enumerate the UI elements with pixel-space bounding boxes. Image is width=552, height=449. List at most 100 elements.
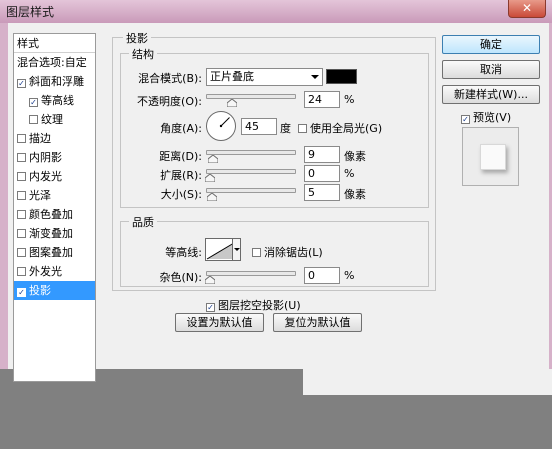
distance-input[interactable]: 9 bbox=[304, 146, 340, 163]
close-button[interactable]: ✕ bbox=[508, 0, 546, 18]
angle-dial[interactable] bbox=[206, 111, 236, 141]
styles-list-item[interactable]: 纹理 bbox=[14, 110, 95, 129]
styles-list-item[interactable]: 斜面和浮雕 bbox=[14, 72, 95, 91]
chevron-down-icon bbox=[234, 248, 240, 251]
styles-list-item-label: 渐变叠加 bbox=[29, 227, 73, 240]
spread-input[interactable]: 0 bbox=[304, 165, 340, 182]
styles-list-item[interactable]: 等高线 bbox=[14, 91, 95, 110]
noise-slider-thumb[interactable] bbox=[205, 276, 215, 284]
opacity-slider-thumb[interactable] bbox=[226, 99, 237, 107]
reset-default-button[interactable]: 复位为默认值 bbox=[273, 313, 362, 332]
style-preview bbox=[462, 127, 519, 186]
angle-input[interactable]: 45 bbox=[241, 118, 277, 135]
noise-input[interactable]: 0 bbox=[304, 267, 340, 284]
background-light-area bbox=[303, 369, 552, 395]
noise-unit: % bbox=[344, 269, 355, 282]
preview-thumbnail bbox=[480, 144, 506, 170]
styles-list-item[interactable]: 内发光 bbox=[14, 167, 95, 186]
styles-list-item-label: 光泽 bbox=[29, 189, 51, 202]
anti-alias-checkbox[interactable]: 消除锯齿(L) bbox=[252, 244, 323, 260]
styles-list-item-label: 内阴影 bbox=[29, 151, 62, 164]
shadow-color-swatch[interactable] bbox=[326, 69, 357, 84]
opacity-label: 不透明度(O): bbox=[137, 95, 202, 108]
styles-list-item-label: 混合选项:自定 bbox=[17, 56, 87, 69]
new-style-button[interactable]: 新建样式(W)... bbox=[442, 85, 540, 104]
styles-list-item[interactable]: 图案叠加 bbox=[14, 243, 95, 262]
make-default-button[interactable]: 设置为默认值 bbox=[175, 313, 264, 332]
style-checkbox[interactable] bbox=[17, 210, 26, 219]
styles-list-item[interactable]: 渐变叠加 bbox=[14, 224, 95, 243]
styles-list-item-label: 外发光 bbox=[29, 265, 62, 278]
close-icon: ✕ bbox=[521, 1, 533, 15]
style-checkbox[interactable] bbox=[17, 172, 26, 181]
blend-mode-value: 正片叠底 bbox=[210, 70, 254, 83]
preview-checkbox-box[interactable] bbox=[461, 115, 470, 124]
style-checkbox[interactable] bbox=[17, 267, 26, 276]
style-checkbox[interactable] bbox=[29, 98, 38, 107]
angle-unit: 度 bbox=[280, 122, 291, 135]
noise-slider-track[interactable] bbox=[206, 271, 296, 276]
spread-label: 扩展(R): bbox=[160, 169, 202, 182]
noise-label: 杂色(N): bbox=[159, 271, 202, 284]
angle-needle-icon bbox=[219, 117, 230, 128]
style-checkbox[interactable] bbox=[17, 79, 26, 88]
style-checkbox[interactable] bbox=[17, 229, 26, 238]
styles-list-item-label: 纹理 bbox=[41, 113, 63, 126]
size-slider-thumb[interactable] bbox=[206, 193, 217, 201]
preview-checkbox[interactable]: 预览(V) bbox=[461, 109, 511, 125]
styles-list-item-label: 颜色叠加 bbox=[29, 208, 73, 221]
styles-list-item[interactable]: 投影 bbox=[14, 281, 95, 300]
opacity-input[interactable]: 24 bbox=[304, 91, 340, 108]
chevron-down-icon bbox=[311, 75, 319, 79]
size-label: 大小(S): bbox=[160, 188, 202, 201]
style-checkbox[interactable] bbox=[17, 248, 26, 257]
styles-list-item[interactable]: 颜色叠加 bbox=[14, 205, 95, 224]
knockout-checkbox-box[interactable] bbox=[206, 303, 215, 312]
styles-list-item[interactable]: 光泽 bbox=[14, 186, 95, 205]
styles-list-item-label: 投影 bbox=[29, 284, 51, 297]
angle-label: 角度(A): bbox=[160, 122, 202, 135]
knockout-checkbox[interactable]: 图层挖空投影(U) bbox=[206, 297, 301, 313]
styles-list: 样式 混合选项:自定斜面和浮雕等高线纹理描边内阴影内发光光泽颜色叠加渐变叠加图案… bbox=[13, 33, 96, 382]
style-checkbox[interactable] bbox=[17, 153, 26, 162]
drop-shadow-title: 投影 bbox=[123, 30, 151, 46]
global-light-checkbox-box[interactable] bbox=[298, 124, 307, 133]
title-bar[interactable]: 图层样式 ✕ bbox=[0, 0, 552, 23]
distance-unit: 像素 bbox=[344, 150, 366, 163]
size-slider-track[interactable] bbox=[206, 188, 296, 193]
opacity-slider-track[interactable] bbox=[206, 94, 296, 99]
styles-list-item-label: 描边 bbox=[29, 132, 51, 145]
spread-slider-thumb[interactable] bbox=[205, 174, 215, 182]
distance-label: 距离(D): bbox=[159, 150, 202, 163]
styles-list-item-label: 等高线 bbox=[41, 94, 74, 107]
styles-list-item-label: 图案叠加 bbox=[29, 246, 73, 259]
styles-list-item[interactable]: 描边 bbox=[14, 129, 95, 148]
styles-list-item-label: 斜面和浮雕 bbox=[29, 75, 84, 88]
size-input[interactable]: 5 bbox=[304, 184, 340, 201]
styles-list-item-label: 内发光 bbox=[29, 170, 62, 183]
structure-title: 结构 bbox=[129, 46, 157, 62]
cancel-button[interactable]: 取消 bbox=[442, 60, 540, 79]
style-checkbox[interactable] bbox=[17, 134, 26, 143]
styles-list-item[interactable]: 混合选项:自定 bbox=[14, 53, 95, 72]
spread-slider-track[interactable] bbox=[206, 169, 296, 174]
style-checkbox[interactable] bbox=[17, 191, 26, 200]
blend-mode-select[interactable]: 正片叠底 bbox=[206, 68, 323, 86]
contour-dropdown-button[interactable] bbox=[232, 238, 241, 261]
size-unit: 像素 bbox=[344, 188, 366, 201]
distance-slider-thumb[interactable] bbox=[207, 155, 218, 163]
window-frame-left bbox=[0, 23, 8, 369]
styles-list-item[interactable]: 内阴影 bbox=[14, 148, 95, 167]
blend-mode-label: 混合模式(B): bbox=[138, 72, 202, 85]
ok-button[interactable]: 确定 bbox=[442, 35, 540, 54]
style-checkbox[interactable] bbox=[29, 115, 38, 124]
distance-slider-track[interactable] bbox=[206, 150, 296, 155]
window-title: 图层样式 bbox=[6, 5, 55, 19]
quality-title: 品质 bbox=[129, 214, 157, 230]
styles-list-header: 样式 bbox=[14, 34, 95, 53]
opacity-unit: % bbox=[344, 93, 355, 106]
style-checkbox[interactable] bbox=[17, 288, 26, 297]
anti-alias-checkbox-box[interactable] bbox=[252, 248, 261, 257]
global-light-checkbox[interactable]: 使用全局光(G) bbox=[298, 120, 382, 136]
styles-list-item[interactable]: 外发光 bbox=[14, 262, 95, 281]
